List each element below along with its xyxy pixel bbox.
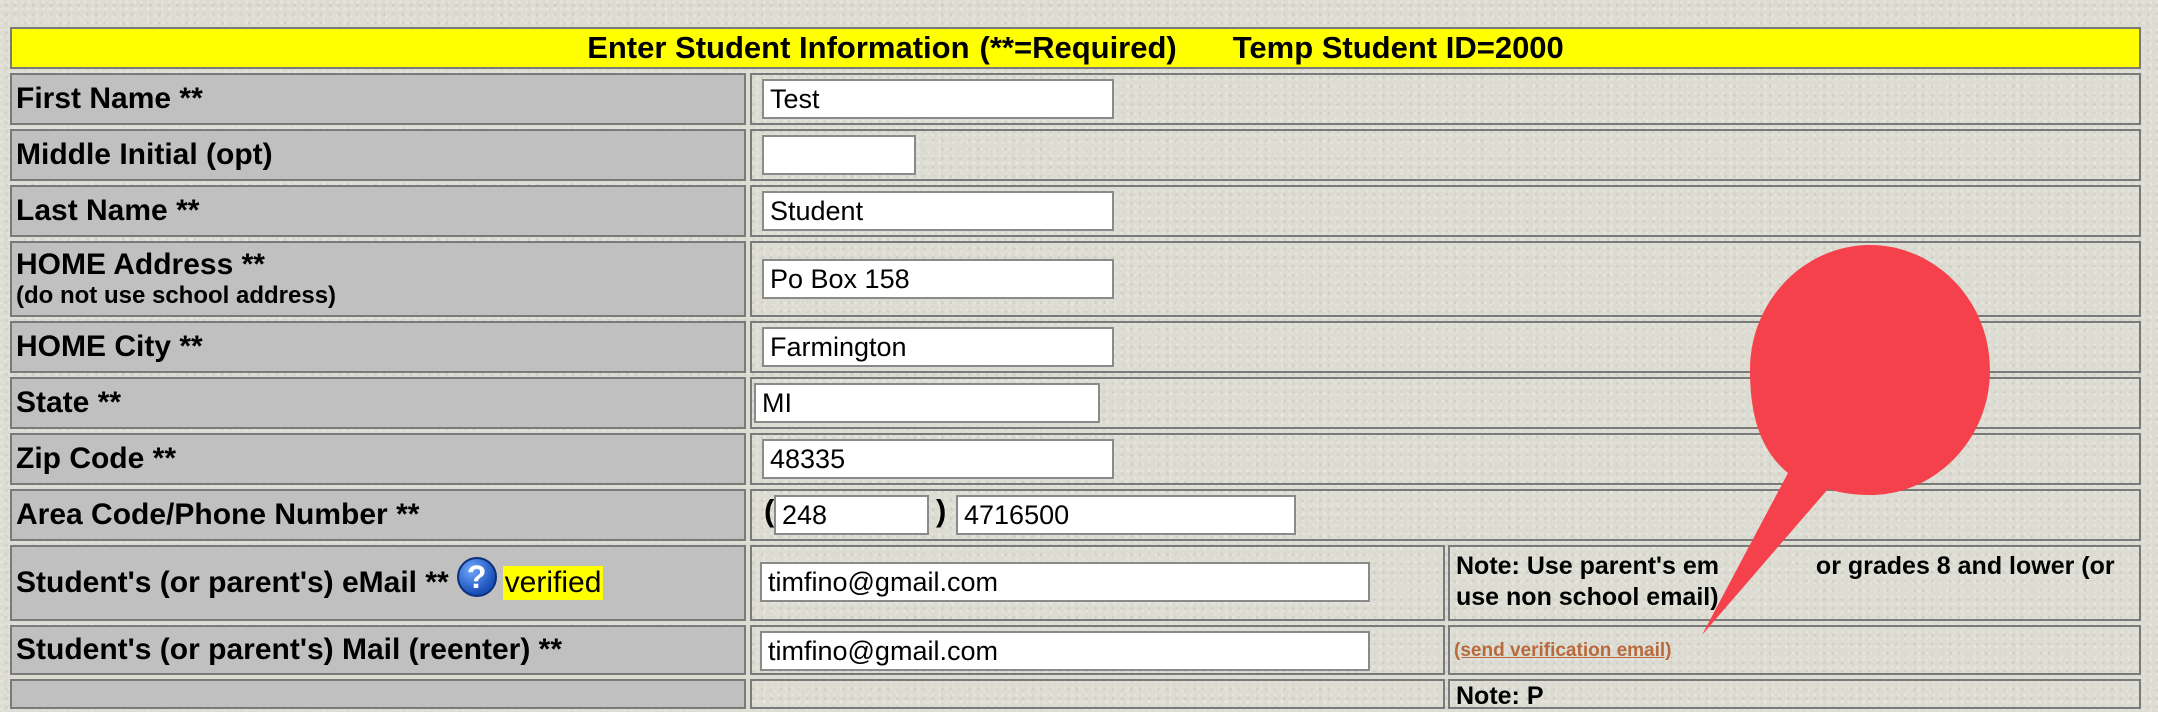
row-home-address: HOME Address ** (do not use school addre…: [10, 241, 2141, 317]
home-city-cell: [750, 321, 2141, 373]
zip-label: Zip Code **: [10, 433, 746, 485]
row-email-confirm: Student's (or parent's) Mail (reenter) *…: [10, 625, 2141, 675]
email-note-tail: or grades 8 and lower (or: [1815, 552, 2115, 580]
required-note: (**=Required): [979, 30, 1177, 65]
home-address-input[interactable]: [762, 259, 1114, 299]
row-zip: Zip Code **: [10, 433, 2141, 485]
last-name-input[interactable]: [762, 191, 1114, 231]
next-note-text: Note: P: [1456, 682, 1544, 710]
temp-student-id: Temp Student ID=2000: [1232, 30, 1564, 65]
email-confirm-input[interactable]: [760, 631, 1370, 671]
zip-cell: [750, 433, 2141, 485]
send-verification-link[interactable]: (send verification email): [1454, 635, 1672, 666]
home-city-input[interactable]: [762, 327, 1114, 367]
phone-open-paren: (: [764, 493, 775, 528]
email-note: Note: Use parent's em or grades 8 and lo…: [1448, 545, 2141, 621]
home-address-sublabel: (do not use school address): [16, 282, 337, 309]
home-address-cell: [750, 241, 2141, 317]
middle-initial-input[interactable]: [762, 135, 916, 175]
row-last-name: Last Name **: [10, 185, 2141, 237]
state-label: State **: [10, 377, 746, 429]
send-verification-cell: (send verification email): [1448, 625, 2141, 675]
email-cell: [750, 545, 1445, 621]
form-header-banner: Enter Student Information (**=Required) …: [10, 27, 2141, 69]
first-name-input[interactable]: [762, 79, 1114, 119]
row-next-partial: Note: P: [10, 679, 2141, 710]
home-address-label-block: HOME Address ** (do not use school addre…: [10, 241, 746, 317]
next-label-partial: [10, 679, 746, 709]
last-name-label: Last Name **: [10, 185, 746, 237]
next-note-partial: Note: P: [1448, 679, 2141, 710]
phone-close-paren: ): [936, 493, 947, 528]
middle-initial-label: Middle Initial (opt): [10, 129, 746, 181]
first-name-cell: [750, 73, 2141, 125]
email-confirm-cell: [750, 625, 1445, 675]
phone-number-input[interactable]: [956, 495, 1296, 535]
next-cell-partial: [750, 679, 1445, 709]
email-label: Student's (or parent's) eMail **: [16, 566, 449, 599]
email-note-line2: use non school email): [1456, 583, 1719, 611]
state-input[interactable]: [754, 383, 1100, 423]
home-address-label: HOME Address **: [16, 248, 265, 281]
row-state: State **: [10, 377, 2141, 429]
email-confirm-label: Student's (or parent's) Mail (reenter) *…: [10, 625, 746, 675]
email-note-text: Note: Use parent's em: [1456, 552, 1719, 580]
help-question-icon[interactable]: ?: [456, 557, 497, 597]
state-cell: [750, 377, 2141, 429]
row-email: Student's (or parent's) eMail ** ? verif…: [10, 545, 2141, 621]
email-label-block: Student's (or parent's) eMail ** ? verif…: [10, 545, 746, 621]
phone-label: Area Code/Phone Number **: [10, 489, 746, 541]
row-home-city: HOME City **: [10, 321, 2141, 373]
zip-input[interactable]: [762, 439, 1114, 479]
student-info-form: Enter Student Information (**=Required) …: [10, 22, 2145, 710]
first-name-label: First Name **: [10, 73, 746, 125]
row-phone: Area Code/Phone Number ** ( ): [10, 489, 2141, 541]
verified-badge: verified: [502, 566, 604, 600]
last-name-cell: [750, 185, 2141, 237]
middle-initial-cell: [750, 129, 2141, 181]
email-input[interactable]: [760, 562, 1370, 602]
row-middle-initial: Middle Initial (opt): [10, 129, 2141, 181]
row-first-name: First Name **: [10, 73, 2141, 125]
area-code-input[interactable]: [774, 495, 929, 535]
form-title: Enter Student Information: [587, 30, 970, 65]
phone-cell: ( ): [750, 489, 2141, 541]
home-city-label: HOME City **: [10, 321, 746, 373]
